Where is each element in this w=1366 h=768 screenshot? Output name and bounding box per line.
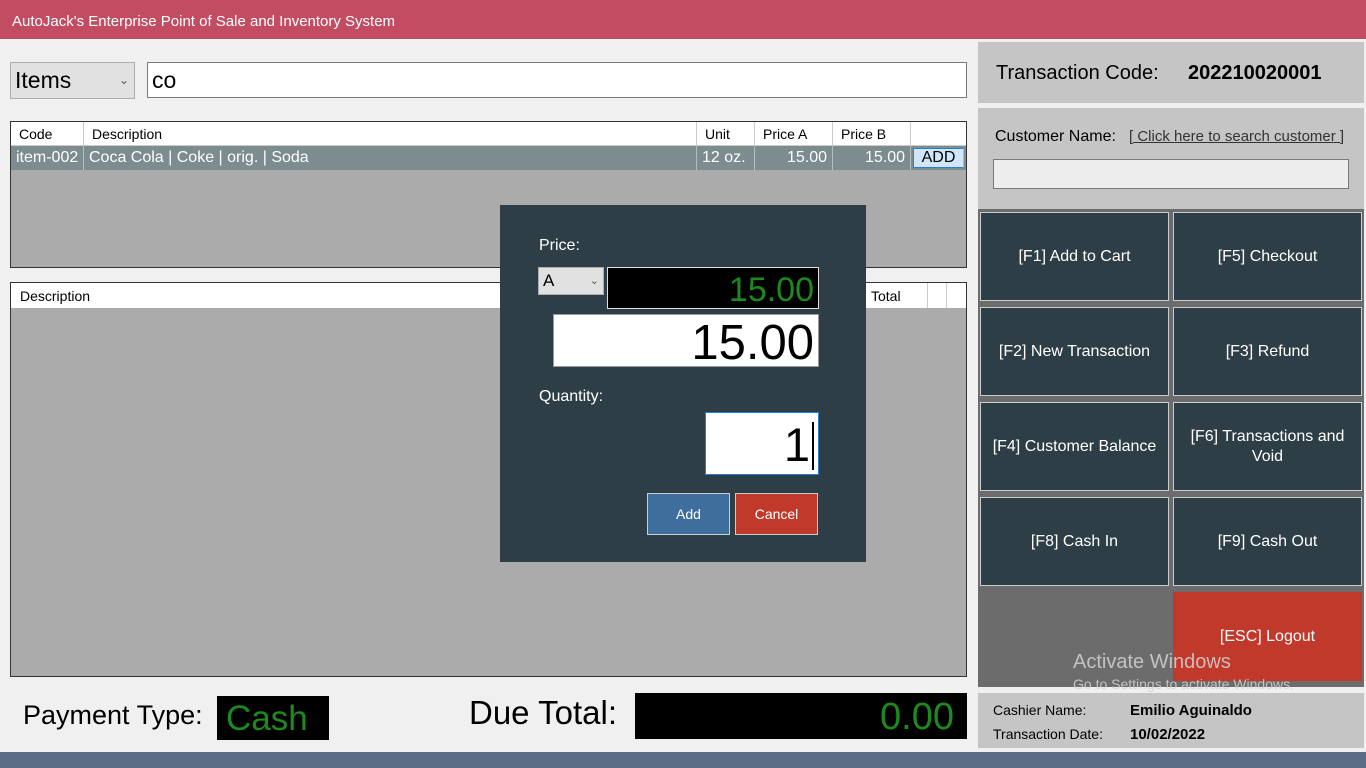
window-title: AutoJack's Enterprise Point of Sale and … [0,0,1366,39]
column-code[interactable]: Code [11,122,84,145]
checkout-button[interactable]: [F5] Checkout [1173,212,1362,301]
search-type-select[interactable]: Items ⌄ [10,62,135,99]
transactions-void-button[interactable]: [F6] Transactions and Void [1173,402,1362,491]
cell-price-a: 15.00 [755,146,833,170]
cell-code: item-002 [11,146,84,170]
column-unit[interactable]: Unit [697,122,755,145]
transaction-code-value: 202210020001 [1188,62,1322,84]
customer-box: Customer Name: [ Click here to search cu… [978,108,1364,219]
cash-out-button[interactable]: [F9] Cash Out [1173,497,1362,586]
customer-name-field[interactable] [993,159,1349,189]
column-description[interactable]: Description [84,122,697,145]
price-option-value: A [543,271,555,290]
text-caret [812,421,814,470]
add-to-cart-button[interactable]: [F1] Add to Cart [980,212,1169,301]
taskbar-strip [0,752,1366,768]
quantity-value: 1 [783,418,810,471]
column-price-a[interactable]: Price A [755,122,833,145]
cash-in-button[interactable]: [F8] Cash In [980,497,1169,586]
chevron-down-icon: ⌄ [589,275,599,287]
column-separator [927,283,928,308]
price-display: 15.00 [607,267,819,309]
price-label: Price: [539,237,580,254]
transaction-code-label: Transaction Code: [996,62,1159,84]
cell-unit: 12 oz. [697,146,755,170]
payment-type-label: Payment Type: [23,700,203,730]
transaction-code-box: Transaction Code: 202210020001 [978,42,1364,103]
payment-type-value: Cash [217,696,329,740]
column-separator [946,283,947,308]
cashier-info-box: Cashier Name: Emilio Aguinaldo Transacti… [978,693,1364,748]
table-row[interactable]: item-002 Coca Cola | Coke | orig. | Soda… [11,146,966,170]
refund-button[interactable]: [F3] Refund [1173,307,1362,396]
due-total-value: 0.00 [635,693,967,739]
logout-button[interactable]: [ESC] Logout [1173,592,1362,681]
quantity-input[interactable]: 1 [705,412,819,475]
transaction-date-value: 10/02/2022 [1130,726,1206,743]
search-customer-link[interactable]: [ Click here to search customer ] [1129,128,1344,145]
function-buttons-area: [F1] Add to Cart [F5] Checkout [F2] New … [978,209,1364,687]
dialog-add-button[interactable]: Add [647,493,730,535]
price-option-select[interactable]: A ⌄ [538,267,604,295]
column-cart-total[interactable]: Total [871,283,901,310]
customer-name-label: Customer Name: [995,128,1116,145]
cashier-name-label: Cashier Name: [993,702,1087,718]
customer-balance-button[interactable]: [F4] Customer Balance [980,402,1169,491]
new-transaction-button[interactable]: [F2] New Transaction [980,307,1169,396]
column-price-b[interactable]: Price B [833,122,911,145]
column-action [911,122,966,145]
cell-description: Coca Cola | Coke | orig. | Soda [84,146,697,170]
price-input[interactable]: 15.00 [553,314,819,370]
quantity-label: Quantity: [539,388,604,405]
dialog-cancel-button[interactable]: Cancel [735,493,818,535]
search-type-value: Items [15,67,72,93]
chevron-down-icon: ⌄ [118,73,129,87]
add-item-button[interactable]: ADD [913,148,964,168]
right-panel: Transaction Code: 202210020001 Customer … [977,42,1366,748]
add-item-dialog: Price: A ⌄ 15.00 15.00 Quantity: 1 Add C… [500,205,866,562]
transaction-date-label: Transaction Date: [993,726,1103,742]
cell-price-b: 15.00 [833,146,911,170]
search-input[interactable]: co [147,62,967,98]
items-table-header: Code Description Unit Price A Price B [11,122,966,146]
due-total-label: Due Total: [469,694,617,731]
cashier-name-value: Emilio Aguinaldo [1130,702,1252,719]
column-cart-description[interactable]: Description [20,283,90,310]
